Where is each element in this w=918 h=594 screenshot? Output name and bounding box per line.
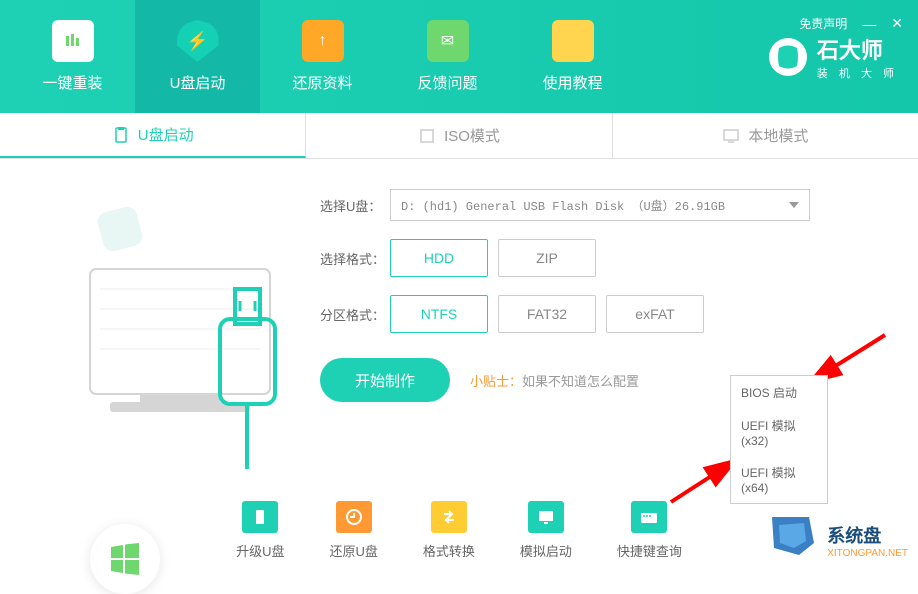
keyboard-icon [631,501,667,533]
start-button[interactable]: 开始制作 [320,358,450,402]
shield-icon: ⚡ [177,20,219,62]
tool-upgrade-usb[interactable]: 升级U盘 [236,501,284,560]
convert-icon [431,501,467,533]
partition-option-exfat[interactable]: exFAT [606,295,704,333]
monitor-icon [722,127,740,145]
restore-icon [336,501,372,533]
nav-restore[interactable]: ↑ 还原资料 [260,0,385,113]
brand-logo-icon [769,38,807,76]
nav-label: 使用教程 [542,72,602,93]
usb-icon [112,126,130,144]
select-usb-label: 选择U盘： [320,196,390,215]
tool-label: 升级U盘 [236,541,284,560]
tab-label: ISO模式 [444,125,500,146]
watermark: 系统盘 XITONGPAN.NET [764,513,908,568]
usb-select-value: D: (hd1) General USB Flash Disk （U盘）26.9… [401,197,725,214]
nav-label: U盘启动 [170,72,226,93]
popup-uefi-x32[interactable]: UEFI 模拟(x32) [731,409,827,456]
partition-label: 分区格式： [320,305,390,324]
disclaimer-link[interactable]: 免责声明 [799,15,847,32]
chevron-down-icon [789,202,799,208]
close-button[interactable]: ✕ [891,15,903,32]
usb-select[interactable]: D: (hd1) General USB Flash Disk （U盘）26.9… [390,189,810,221]
brand: 石大师 装 机 大 师 [769,33,898,81]
tool-hotkey-query[interactable]: 快捷键查询 [617,501,682,560]
tip-text: 小贴士：如果不知道怎么配置 即可 [470,371,764,390]
upload-icon: ↑ [302,20,344,62]
nav-label: 一键重装 [42,72,102,93]
boot-mode-popup: BIOS 启动 UEFI 模拟(x32) UEFI 模拟(x64) [730,375,828,504]
simulate-icon [528,501,564,533]
brand-title: 石大师 [817,33,898,65]
watermark-logo-icon [764,513,819,568]
tab-usb-boot[interactable]: U盘启动 [0,113,306,158]
tab-label: 本地模式 [748,125,808,146]
format-option-zip[interactable]: ZIP [498,239,596,277]
tool-format-convert[interactable]: 格式转换 [423,501,475,560]
tool-simulate-boot[interactable]: 模拟启动 [520,501,572,560]
tool-restore-usb[interactable]: 还原U盘 [329,501,377,560]
tool-label: 还原U盘 [329,541,377,560]
tab-iso-mode[interactable]: ISO模式 [306,113,612,158]
partition-option-ntfs[interactable]: NTFS [390,295,488,333]
tab-label: U盘启动 [138,124,194,145]
usb-upgrade-icon [242,501,278,533]
format-label: 选择格式： [320,249,390,268]
minimize-button[interactable]: — [862,16,876,32]
mail-icon: ✉ [427,20,469,62]
nav-label: 反馈问题 [417,72,477,93]
popup-bios-boot[interactable]: BIOS 启动 [731,376,827,409]
watermark-url: XITONGPAN.NET [827,548,908,559]
tool-label: 模拟启动 [520,541,572,560]
tool-label: 格式转换 [423,541,475,560]
bars-icon [52,20,94,62]
nav-reinstall[interactable]: 一键重装 [10,0,135,113]
nav-usb-boot[interactable]: ⚡ U盘启动 [135,0,260,113]
tool-label: 快捷键查询 [617,541,682,560]
partition-option-fat32[interactable]: FAT32 [498,295,596,333]
nav-label: 还原资料 [292,72,352,93]
iso-icon [418,127,436,145]
watermark-text: 系统盘 [827,522,908,548]
nav-feedback[interactable]: ✉ 反馈问题 [385,0,510,113]
tab-local-mode[interactable]: 本地模式 [613,113,918,158]
book-icon [552,20,594,62]
nav-tutorial[interactable]: 使用教程 [510,0,635,113]
illustration [40,189,300,459]
format-option-hdd[interactable]: HDD [390,239,488,277]
brand-subtitle: 装 机 大 师 [817,65,898,81]
popup-uefi-x64[interactable]: UEFI 模拟(x64) [731,456,827,503]
